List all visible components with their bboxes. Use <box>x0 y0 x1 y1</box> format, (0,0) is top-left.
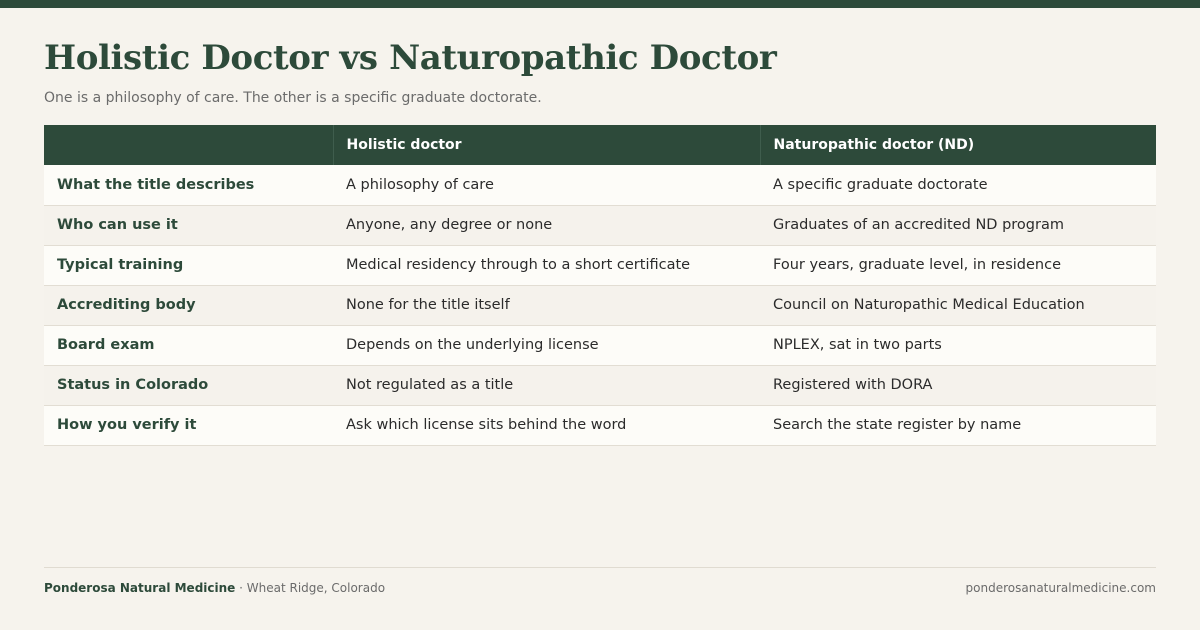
footer-attribution: Ponderosa Natural Medicine · Wheat Ridge… <box>44 581 385 595</box>
holistic-cell: Depends on the underlying license <box>333 325 760 366</box>
table-row: What the title describes A philosophy of… <box>44 165 1156 206</box>
holistic-cell: Medical residency through to a short cer… <box>333 245 760 286</box>
naturopathic-cell: Four years, graduate level, in residence <box>760 245 1156 286</box>
row-label: Who can use it <box>44 205 333 246</box>
holistic-cell: Not regulated as a title <box>333 365 760 406</box>
naturopathic-cell: Council on Naturopathic Medical Educatio… <box>760 285 1156 326</box>
row-label: Board exam <box>44 325 333 366</box>
naturopathic-cell: Search the state register by name <box>760 405 1156 446</box>
table-header-row: Holistic doctor Naturopathic doctor (ND) <box>44 125 1156 165</box>
naturopathic-cell: Registered with DORA <box>760 365 1156 406</box>
comparison-table: Holistic doctor Naturopathic doctor (ND)… <box>44 125 1156 446</box>
header-cell-holistic: Holistic doctor <box>332 125 760 165</box>
footer-url[interactable]: ponderosanaturalmedicine.com <box>966 581 1156 595</box>
page-title: Holistic Doctor vs Naturopathic Doctor <box>44 38 777 78</box>
row-label: How you verify it <box>44 405 333 446</box>
holistic-cell: Ask which license sits behind the word <box>333 405 760 446</box>
holistic-cell: Anyone, any degree or none <box>333 205 760 246</box>
table-row: How you verify it Ask which license sits… <box>44 405 1156 446</box>
row-label: Accrediting body <box>44 285 333 326</box>
footer-divider <box>44 567 1156 568</box>
header-cell-blank <box>44 125 333 165</box>
holistic-cell: A philosophy of care <box>333 165 760 206</box>
naturopathic-cell: NPLEX, sat in two parts <box>760 325 1156 366</box>
row-label: Typical training <box>44 245 333 286</box>
page-subtitle: One is a philosophy of care. The other i… <box>44 90 542 106</box>
naturopathic-cell: A specific graduate doctorate <box>760 165 1156 206</box>
row-label: What the title describes <box>44 165 333 206</box>
footer-brand: Ponderosa Natural Medicine <box>44 581 236 595</box>
table-row: Accrediting body None for the title itse… <box>44 285 1156 326</box>
naturopathic-cell: Graduates of an accredited ND program <box>760 205 1156 246</box>
table-row: Who can use it Anyone, any degree or non… <box>44 205 1156 246</box>
footer-location: · Wheat Ridge, Colorado <box>239 581 386 595</box>
top-accent-bar <box>0 0 1200 8</box>
row-label: Status in Colorado <box>44 365 333 406</box>
table-row: Board exam Depends on the underlying lic… <box>44 325 1156 366</box>
holistic-cell: None for the title itself <box>333 285 760 326</box>
header-cell-naturopathic: Naturopathic doctor (ND) <box>759 125 1156 165</box>
table-row: Typical training Medical residency throu… <box>44 245 1156 286</box>
table-row: Status in Colorado Not regulated as a ti… <box>44 365 1156 406</box>
